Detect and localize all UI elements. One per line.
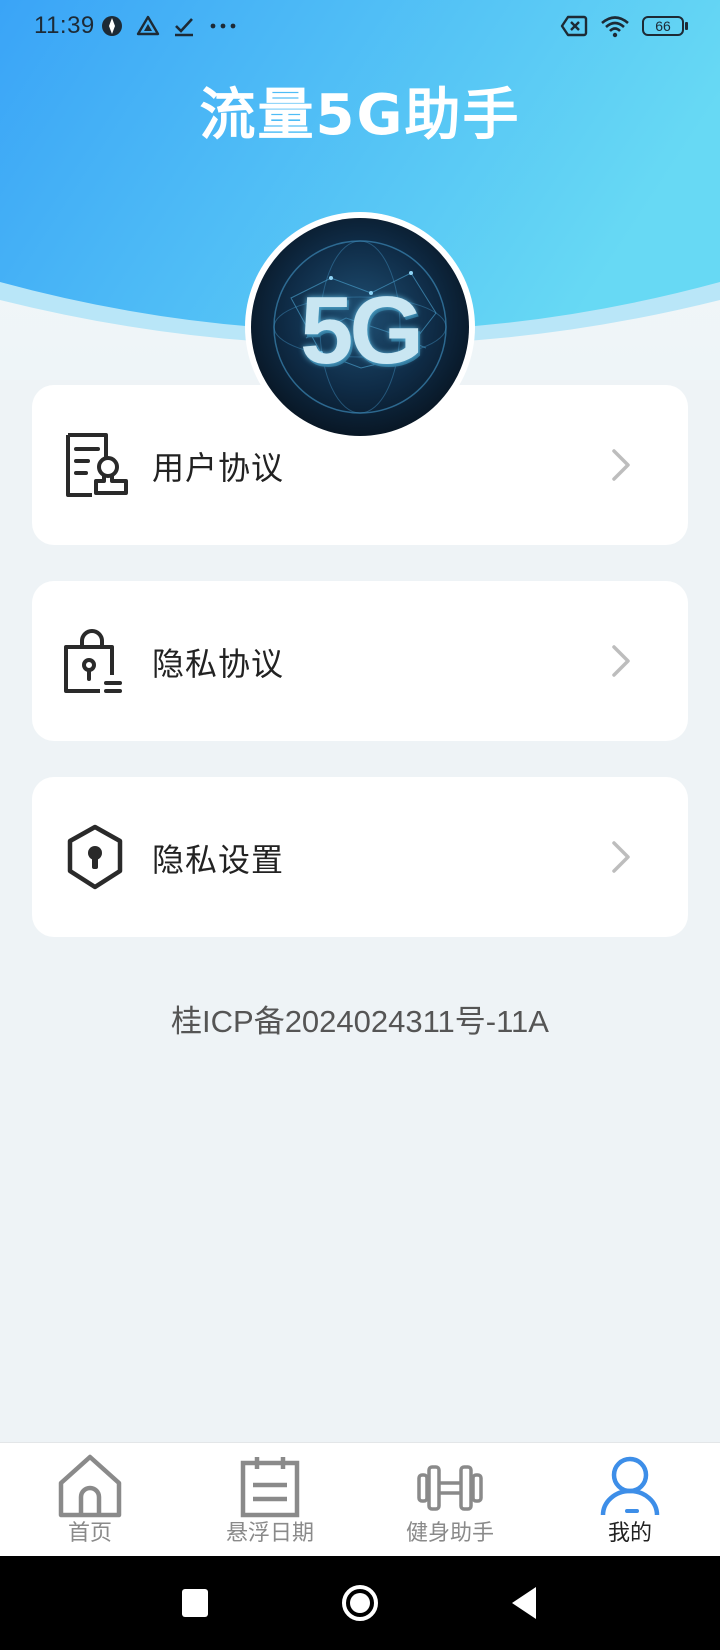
- tab-mine-label: 我的: [607, 1521, 652, 1546]
- shield-keyhole-icon: [67, 824, 123, 890]
- download-done-icon: [175, 18, 193, 37]
- recent-apps-button[interactable]: [180, 1580, 210, 1626]
- icp-license-text: 桂ICP备2024024311号-11A: [171, 1004, 549, 1039]
- privacy-lock-icon: [64, 629, 122, 693]
- app-title: 流量5G助手: [199, 83, 521, 148]
- chevron-right-icon: [612, 449, 630, 481]
- menu-item-label: 用户协议: [152, 449, 285, 487]
- avatar-5g-label: 5G: [299, 277, 424, 384]
- menu-item-privacy-settings[interactable]: 隐私设置: [32, 777, 688, 937]
- menu-item-label: 隐私协议: [152, 645, 285, 683]
- more-dots-icon: [210, 23, 236, 29]
- menu-item-label: 隐私设置: [152, 841, 285, 879]
- avatar: 5G: [245, 212, 475, 442]
- sim-disabled-icon: [560, 15, 588, 37]
- tab-home-label: 首页: [67, 1521, 112, 1546]
- app-notification-icon: [102, 16, 122, 36]
- back-button[interactable]: [508, 1580, 540, 1626]
- home-button[interactable]: [340, 1580, 380, 1626]
- menu-item-privacy-agreement[interactable]: 隐私协议: [32, 581, 688, 741]
- user-icon: [600, 1456, 660, 1516]
- bottom-navigation: 首页 悬浮日期 健身助手 我的: [0, 1442, 720, 1557]
- battery-indicator: 66: [642, 16, 688, 36]
- home-icon: [58, 1454, 122, 1518]
- tab-home[interactable]: 首页: [0, 1443, 180, 1557]
- tab-floating-date[interactable]: 悬浮日期: [180, 1443, 360, 1557]
- user-agreement-icon: [66, 433, 128, 497]
- tab-mine[interactable]: 我的: [540, 1443, 720, 1557]
- system-navigation-bar: [0, 1556, 720, 1650]
- tab-floating-date-label: 悬浮日期: [225, 1521, 314, 1546]
- status-bar: 11:39 66: [0, 0, 720, 56]
- chevron-right-icon: [612, 841, 630, 873]
- avatar-image: 5G: [251, 218, 469, 436]
- tab-fitness-assistant[interactable]: 健身助手: [360, 1443, 540, 1557]
- calendar-icon: [240, 1457, 300, 1518]
- tab-fitness-assistant-label: 健身助手: [405, 1521, 494, 1546]
- status-time: 11:39: [34, 12, 95, 39]
- drive-icon: [136, 15, 160, 36]
- chevron-right-icon: [612, 645, 630, 677]
- wifi-icon: [601, 16, 629, 38]
- dumbbell-icon: [417, 1465, 483, 1511]
